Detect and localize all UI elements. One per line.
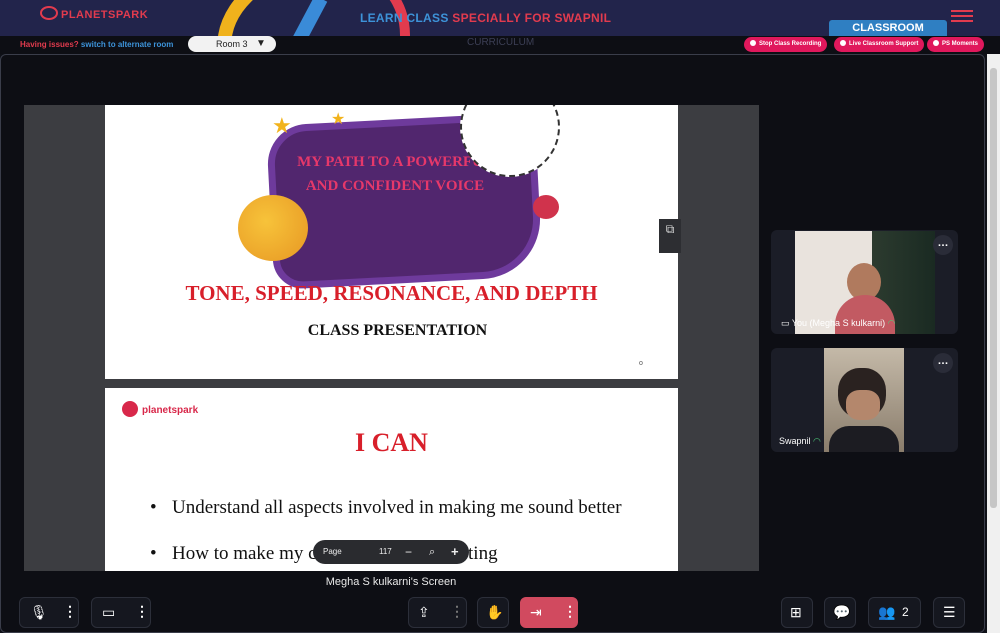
video-camera-icon[interactable]: ▭ [102, 604, 115, 621]
participant-tile[interactable]: ▭ You (Megha S kulkarni) ◠ … [771, 230, 958, 334]
slide-subheading: CLASS PRESENTATION [307, 322, 488, 339]
microphone-control[interactable]: 🎙 ⋮ [19, 597, 79, 628]
participants-button[interactable]: 👥 2 [868, 597, 921, 628]
popout-icon[interactable]: ⧉ [659, 219, 681, 253]
live-support-button[interactable]: Live Classroom Support [834, 37, 925, 52]
layout-icon[interactable]: ⊞ [790, 604, 802, 621]
leave-icon[interactable]: ⇥ [530, 604, 542, 621]
microphone-icon[interactable]: 🎙 [30, 604, 48, 621]
stop-recording-button[interactable]: Stop Class Recording [744, 37, 828, 52]
pdf-toolbar: Page 117 − ⌕ + [313, 540, 469, 564]
room-select[interactable]: Room 3 ▼ [188, 36, 276, 52]
more-options-icon[interactable]: ⋮ [135, 603, 149, 620]
ps-moments-button[interactable]: PS Moments [927, 37, 985, 52]
more-options-icon[interactable]: … [933, 353, 953, 373]
participant-video [824, 348, 904, 452]
hand-icon[interactable]: ✋ [486, 604, 503, 621]
menu-icon[interactable]: ☰ [943, 604, 956, 621]
slide-title: MY PATH TO A POWERFUL AND CONFIDENT VOIC… [105, 105, 678, 379]
slide-marker: o [639, 360, 643, 367]
raise-hand-button[interactable]: ✋ [477, 597, 509, 628]
zoom-in-button[interactable]: + [451, 540, 459, 564]
panel-text: MY PATH TO A POWERFUL AND CONFIDENT VOIC… [297, 154, 493, 194]
chat-button[interactable]: 💬 [824, 597, 856, 628]
chevron-down-icon: ▼ [256, 38, 266, 49]
people-icon[interactable]: 👥 [878, 604, 895, 621]
zoom-out-button[interactable]: − [405, 540, 412, 564]
star-icon: ★ [272, 113, 292, 138]
menu-icon[interactable] [951, 7, 973, 25]
layout-button[interactable]: ⊞ [781, 597, 813, 628]
more-options-icon[interactable]: ⋮ [450, 603, 464, 620]
page-label: Page [323, 547, 342, 556]
slide-heading: I CAN [355, 428, 428, 457]
page-scrollbar[interactable] [987, 54, 1000, 633]
tab-curriculum[interactable]: CURRICULUM [467, 37, 534, 48]
star-icon: ★ [331, 111, 346, 128]
participant-count: 2 [902, 605, 909, 619]
planetspark-logo[interactable]: PLANETSPARK [40, 6, 148, 21]
planet-illustration [238, 195, 308, 261]
comet-illustration [533, 195, 559, 219]
participant-tile[interactable]: Swapnil ◠ … [771, 348, 958, 452]
participant-name: ▭ You (Megha S kulkarni) ◠ [781, 318, 896, 328]
issues-notice: Having issues? switch to alternate room [20, 40, 174, 49]
class-title: LEARN CLASS SPECIALLY FOR SWAPNIL [360, 11, 612, 25]
shared-screen: MY PATH TO A POWERFUL AND CONFIDENT VOIC… [24, 105, 759, 571]
leave-control[interactable]: ⇥ ⋮ [520, 597, 578, 628]
slide-heading: TONE, SPEED, RESONANCE, AND DEPTH [185, 281, 598, 305]
search-icon[interactable]: ⌕ [429, 540, 435, 564]
switch-room-link[interactable]: switch to alternate room [81, 40, 173, 49]
more-options-icon[interactable]: … [933, 235, 953, 255]
menu-button[interactable]: ☰ [933, 597, 965, 628]
screen-share-control[interactable]: ⇪ ⋮ [408, 597, 467, 628]
camera-control[interactable]: ▭ ⋮ [91, 597, 151, 628]
more-options-icon[interactable]: ⋮ [563, 603, 577, 620]
page-total: 117 [379, 547, 392, 556]
signal-icon: ◠ [887, 318, 896, 328]
share-screen-icon[interactable]: ⇪ [418, 604, 430, 621]
chat-icon[interactable]: 💬 [833, 604, 850, 621]
screen-caption: Megha S kulkarni's Screen [325, 576, 457, 588]
more-options-icon[interactable]: ⋮ [63, 603, 77, 620]
signal-icon: ◠ [813, 436, 821, 446]
planetspark-slide-logo: planetspark [122, 401, 198, 417]
participant-name: Swapnil ◠ [779, 436, 821, 446]
screen-share-icon: ▭ [781, 318, 790, 328]
